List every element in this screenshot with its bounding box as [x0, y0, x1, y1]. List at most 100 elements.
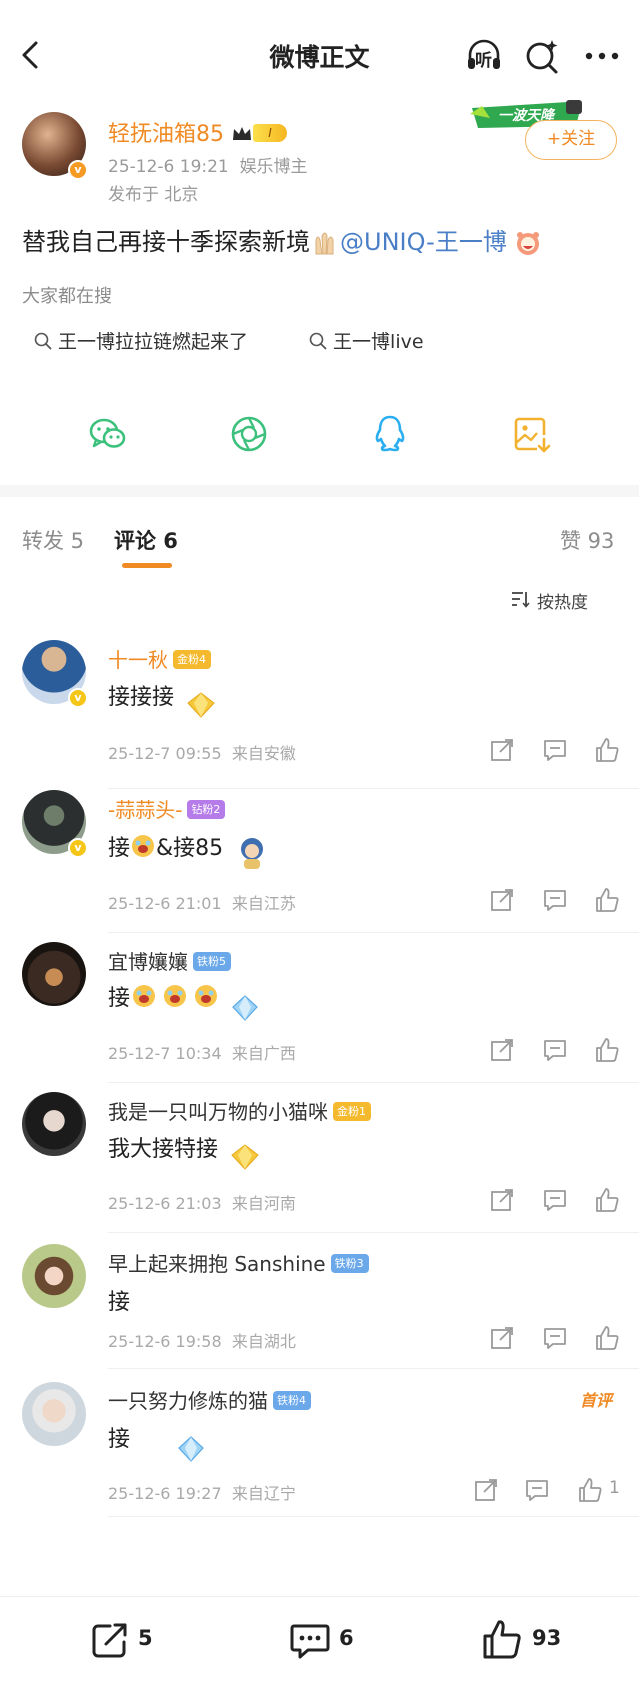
share-icon[interactable] — [488, 1036, 516, 1064]
comment-time: 25-12-6 21:01 — [108, 894, 222, 913]
commenter-avatar[interactable] — [22, 1382, 86, 1446]
wechat-icon[interactable] — [87, 413, 129, 455]
comment-text-body: 接 — [108, 986, 131, 1011]
verified-badge: v — [68, 160, 88, 180]
commenter-name[interactable]: 一只努力修炼的猫 铁粉4 — [108, 1385, 311, 1414]
comment-location: 来自安徽 — [231, 744, 296, 763]
like-icon[interactable] — [593, 1324, 621, 1352]
commenter-name-text: 我是一只叫万物的小猫咪 — [108, 1100, 328, 1124]
row-divider — [108, 1082, 639, 1083]
comment-meta: 25-12-7 09:55 来自安徽 — [108, 740, 296, 764]
share-icon[interactable] — [488, 886, 516, 914]
comment-text: 接 — [108, 980, 263, 1021]
like-icon[interactable] — [593, 1036, 621, 1064]
post-time-text: 25-12-6 19:21 — [108, 157, 229, 177]
like-count: 1 — [609, 1478, 620, 1498]
save-image-icon[interactable] — [511, 413, 553, 455]
like-icon[interactable] — [480, 1618, 524, 1662]
blue-diamond-emoji — [178, 1436, 204, 1462]
commenter-name-text: -蒜蒜头- — [108, 798, 183, 822]
row-divider — [108, 788, 639, 789]
qq-icon[interactable] — [369, 413, 411, 455]
hot-search-item[interactable]: 王一博拉拉链燃起来了 — [34, 327, 248, 354]
comment-meta: 25-12-6 21:03 来自河南 — [108, 1190, 296, 1214]
gold-diamond-emoji — [187, 692, 215, 718]
repost-count[interactable]: 5 — [138, 1626, 153, 1650]
tab-repost[interactable]: 转发 5 — [22, 525, 84, 555]
hot-search-label: 大家都在搜 — [22, 286, 112, 307]
tab-comment[interactable]: 评论 6 — [114, 525, 178, 555]
commenter-name-text: 一只努力修炼的猫 — [108, 1389, 268, 1413]
comment-meta: 25-12-6 19:27 来自辽宁 — [108, 1480, 296, 1504]
post-body: 替我自己再接十季探索新境 — [22, 228, 310, 256]
verified-badge: v — [68, 688, 88, 708]
headphones-listen-icon[interactable]: 听 — [464, 36, 504, 76]
hot-search-item[interactable]: 王一博live — [309, 327, 424, 354]
search-sparkle-icon[interactable] — [522, 36, 562, 76]
comment-text: 接 &接85 — [108, 829, 268, 869]
commenter-name[interactable]: -蒜蒜头- 钻粉2 — [108, 794, 226, 823]
reply-icon[interactable] — [541, 886, 569, 914]
like-icon[interactable] — [593, 886, 621, 914]
sort-button[interactable]: 按热度 — [512, 588, 588, 613]
comment-text: 我大接特接 — [108, 1131, 265, 1170]
active-tab-indicator — [122, 563, 172, 568]
top-bar: 微博正文 听 — [0, 0, 639, 110]
reply-icon[interactable] — [541, 1036, 569, 1064]
follow-button[interactable]: +关注 — [525, 120, 617, 160]
comment-time: 25-12-7 10:34 — [108, 1044, 222, 1063]
commenter-name[interactable]: 我是一只叫万物的小猫咪 金粉1 — [108, 1096, 371, 1125]
row-divider — [108, 932, 639, 933]
comment-time: 25-12-6 19:27 — [108, 1484, 222, 1503]
commenter-avatar[interactable] — [22, 942, 86, 1006]
share-icon[interactable] — [472, 1476, 500, 1504]
search-icon — [34, 332, 52, 349]
sort-icon — [512, 592, 530, 608]
comment-icon[interactable] — [288, 1618, 332, 1662]
share-icon[interactable] — [488, 1186, 516, 1214]
like-icon[interactable] — [593, 1186, 621, 1214]
reply-icon[interactable] — [541, 1186, 569, 1214]
tab-like[interactable]: 赞 93 — [560, 525, 614, 555]
comment-text-body: 接 — [108, 1427, 131, 1452]
fan-badge: 钻粉2 — [187, 800, 226, 819]
fan-badge: 金粉4 — [173, 650, 211, 669]
comment-time: 25-12-7 09:55 — [108, 744, 222, 763]
mention-link[interactable]: @UNIQ-王一博 — [340, 228, 507, 256]
comment-meta: 25-12-7 10:34 来自广西 — [108, 1040, 296, 1064]
comment-location: 来自辽宁 — [231, 1484, 296, 1503]
hot-search-text: 王一博拉拉链燃起来了 — [58, 331, 249, 353]
folded-hands-emoji — [310, 230, 340, 256]
post-text: 替我自己再接十季探索新境 @UNIQ-王一博 — [22, 222, 542, 257]
reply-icon[interactable] — [541, 1324, 569, 1352]
commenter-name[interactable]: 宜博孃孃 铁粉5 — [108, 946, 231, 975]
comment-text-body: 接 — [108, 836, 131, 861]
comment-text: 接 — [108, 1290, 131, 1315]
reply-icon[interactable] — [541, 736, 569, 764]
commenter-name[interactable]: 早上起来拥抱 Sanshine 铁粉3 — [108, 1248, 369, 1277]
reply-icon[interactable] — [523, 1476, 551, 1504]
commenter-avatar[interactable] — [22, 1092, 86, 1156]
commenter-name-text: 十一秋 — [108, 648, 168, 672]
author-name-text: 轻抚油箱85 — [108, 122, 224, 147]
repost-icon[interactable] — [88, 1618, 132, 1662]
author-name[interactable]: 轻抚油箱85 I — [108, 116, 287, 148]
moments-icon[interactable] — [228, 413, 270, 455]
crying-laugh-emoji — [133, 985, 218, 1007]
share-icon[interactable] — [488, 1324, 516, 1352]
like-icon[interactable] — [576, 1476, 604, 1504]
comment-count[interactable]: 6 — [339, 1626, 354, 1650]
crying-laugh-emoji — [132, 835, 155, 857]
more-dots-icon[interactable] — [582, 36, 622, 76]
section-divider — [0, 485, 639, 497]
like-icon[interactable] — [593, 736, 621, 764]
commenter-name-text: 早上起来拥抱 Sanshine — [108, 1252, 326, 1276]
fan-badge: 金粉1 — [333, 1102, 371, 1121]
hot-search-text: 王一博live — [333, 331, 424, 353]
commenter-name[interactable]: 十一秋 金粉4 — [108, 644, 211, 673]
like-count-total[interactable]: 93 — [532, 1626, 561, 1650]
share-icon[interactable] — [488, 736, 516, 764]
laughing-emoji — [514, 229, 542, 257]
comment-location: 来自湖北 — [231, 1332, 296, 1351]
commenter-avatar[interactable] — [22, 1244, 86, 1308]
